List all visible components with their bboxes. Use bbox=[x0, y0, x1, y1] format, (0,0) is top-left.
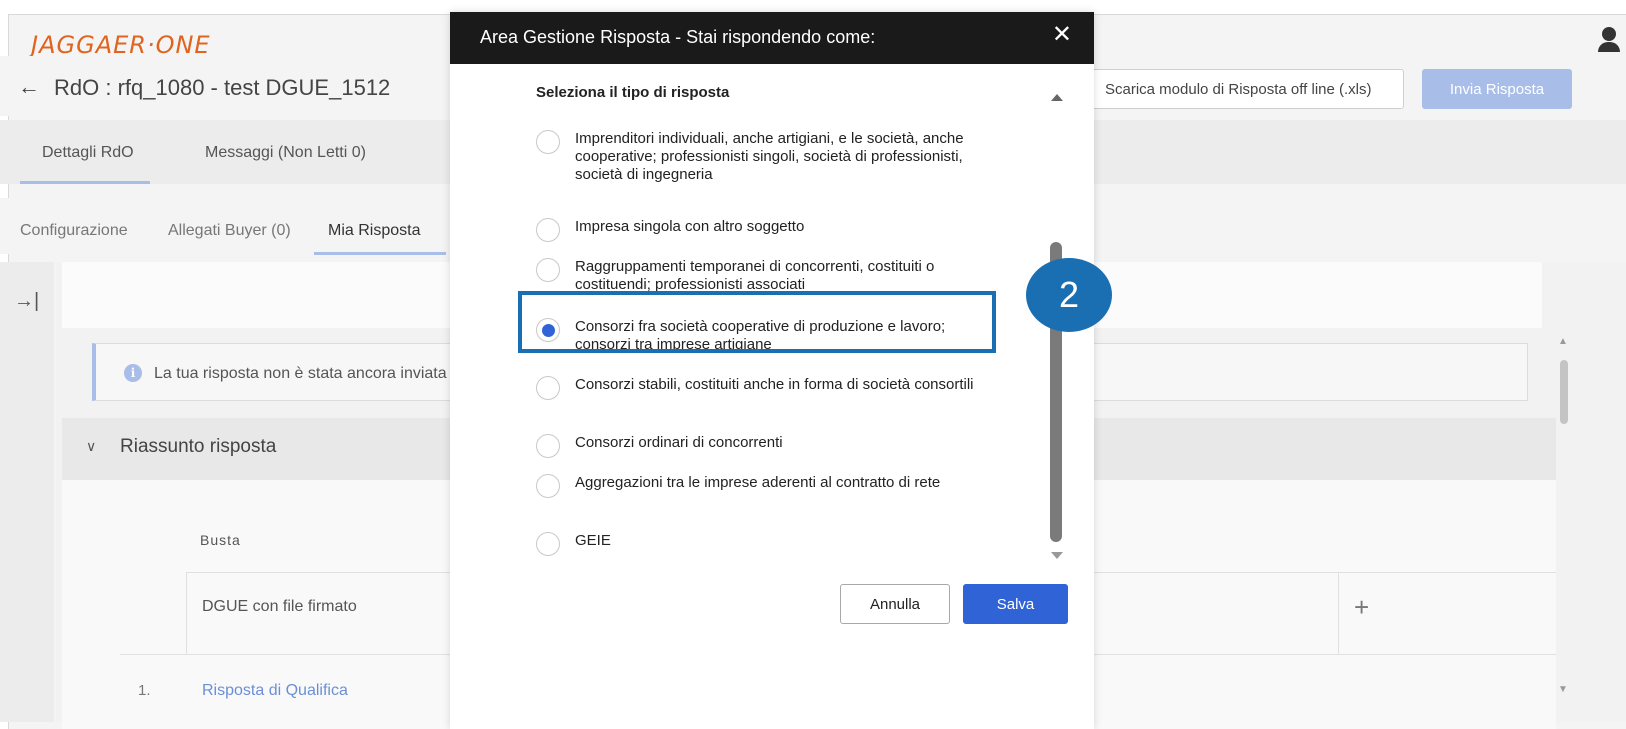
download-offline-form-button[interactable]: Scarica modulo di Risposta off line (.xl… bbox=[1082, 69, 1404, 109]
risposta-qualifica-link[interactable]: Risposta di Qualifica bbox=[202, 682, 348, 700]
tab-configurazione[interactable]: Configurazione bbox=[20, 222, 128, 240]
tab-allegati-buyer[interactable]: Allegati Buyer (0) bbox=[168, 222, 291, 240]
send-response-button[interactable]: Invia Risposta bbox=[1422, 69, 1572, 109]
chevron-down-icon[interactable]: ∨ bbox=[86, 438, 96, 455]
radio-button[interactable] bbox=[536, 474, 560, 498]
table-divider bbox=[186, 572, 187, 654]
response-type-modal: Area Gestione Risposta - Stai rispondend… bbox=[450, 12, 1094, 729]
tab-dettagli-rdo[interactable]: Dettagli RdO bbox=[42, 144, 134, 162]
step-number-badge: 2 bbox=[1026, 258, 1112, 332]
active-tab-indicator bbox=[20, 181, 150, 184]
cancel-button[interactable]: Annulla bbox=[840, 584, 950, 624]
column-header-busta: Busta bbox=[200, 532, 241, 548]
list-heading: Seleziona il tipo di risposta bbox=[536, 84, 730, 101]
jaggaer-logo: JAGGAER·ONE bbox=[31, 31, 211, 59]
option-label: Aggregazioni tra le imprese aderenti al … bbox=[575, 474, 941, 491]
modal-header: Area Gestione Risposta - Stai rispondend… bbox=[450, 12, 1094, 64]
page-scrollbar-thumb[interactable] bbox=[1560, 360, 1568, 424]
option-label: Consorzi ordinari di concorrenti bbox=[575, 434, 783, 451]
radio-button[interactable] bbox=[536, 376, 560, 400]
option-label: Impresa singola con altro soggetto bbox=[575, 218, 805, 235]
add-icon[interactable]: + bbox=[1354, 592, 1369, 623]
tab-mia-risposta[interactable]: Mia Risposta bbox=[328, 222, 420, 240]
table-row-number: 1. bbox=[138, 682, 151, 699]
page-scroll-up-icon[interactable]: ▲ bbox=[1558, 336, 1568, 347]
radio-button[interactable] bbox=[536, 434, 560, 458]
option-label: GEIE bbox=[575, 532, 611, 549]
table-divider bbox=[1338, 572, 1339, 654]
radio-button[interactable] bbox=[536, 218, 560, 242]
radio-button[interactable] bbox=[536, 532, 560, 556]
back-arrow-icon[interactable]: ← bbox=[18, 74, 40, 100]
expand-panel-icon[interactable]: →| bbox=[14, 290, 39, 313]
info-text: La tua risposta non è stata ancora invia… bbox=[154, 365, 447, 382]
selection-highlight-box bbox=[518, 291, 996, 353]
radio-button[interactable] bbox=[536, 258, 560, 282]
radio-button[interactable] bbox=[536, 130, 560, 154]
summary-label: Riassunto risposta bbox=[120, 436, 277, 457]
scroll-down-icon[interactable] bbox=[1051, 552, 1063, 559]
page-title: RdO : rfq_1080 - test DGUE_1512 bbox=[54, 75, 391, 100]
option-label: Consorzi stabili, costituiti anche in fo… bbox=[575, 376, 974, 393]
table-row-label: DGUE con file firmato bbox=[202, 598, 357, 615]
scroll-up-icon[interactable] bbox=[1051, 94, 1063, 101]
info-icon: i bbox=[124, 364, 142, 382]
option-label: Imprenditori individuali, anche artigian… bbox=[575, 130, 964, 183]
option-label: Raggruppamenti temporanei di concorrenti… bbox=[575, 258, 935, 293]
modal-title: Area Gestione Risposta - Stai rispondend… bbox=[480, 27, 876, 47]
active-subtab-indicator bbox=[314, 252, 446, 255]
side-panel bbox=[0, 262, 54, 722]
page-scroll-down-icon[interactable]: ▼ bbox=[1558, 684, 1568, 695]
close-icon[interactable]: ✕ bbox=[1052, 23, 1072, 47]
tab-messaggi[interactable]: Messaggi (Non Letti 0) bbox=[205, 144, 366, 162]
save-button[interactable]: Salva bbox=[963, 584, 1068, 624]
user-icon[interactable] bbox=[1596, 25, 1626, 55]
